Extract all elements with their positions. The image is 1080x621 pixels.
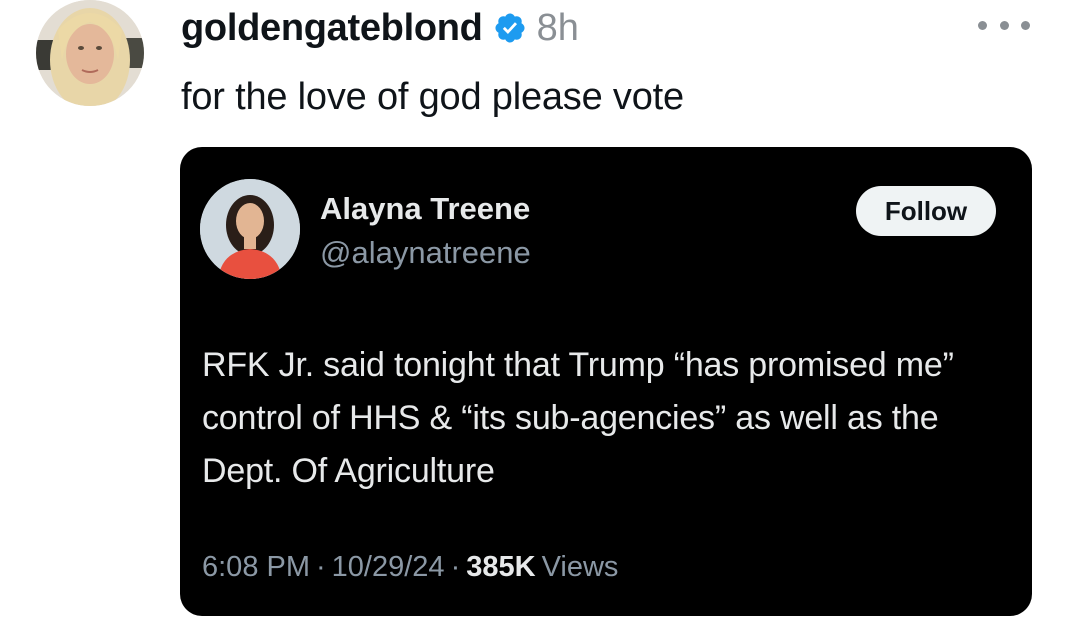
- username[interactable]: goldengateblond: [181, 7, 483, 50]
- post-time[interactable]: 8h: [537, 7, 579, 50]
- quoted-post-meta: 6:08 PM · 10/29/24 · 385K Views: [202, 551, 618, 584]
- quoted-post-time[interactable]: 6:08 PM: [202, 551, 310, 584]
- views-label: Views: [541, 551, 619, 583]
- quoted-post-date[interactable]: 10/29/24: [332, 551, 445, 584]
- follow-button[interactable]: Follow: [856, 186, 996, 236]
- quoted-author-handle[interactable]: @alaynatreene: [320, 235, 531, 271]
- avatar[interactable]: [36, 0, 144, 106]
- quoted-post-text: RFK Jr. said tonight that Trump “has pro…: [202, 346, 954, 490]
- views-count[interactable]: 385K: [466, 551, 535, 584]
- avatar-photo: [36, 0, 144, 106]
- quoted-author-name[interactable]: Alayna Treene: [320, 191, 530, 227]
- post: goldengateblond 8h for the love of god p…: [0, 0, 1080, 621]
- meta-separator: ·: [450, 551, 461, 583]
- author-row: goldengateblond 8h: [181, 2, 579, 54]
- verified-badge-icon: [493, 11, 527, 45]
- more-options-icon[interactable]: [978, 10, 1030, 40]
- meta-separator: ·: [316, 551, 326, 583]
- post-text: for the love of god please vote: [181, 76, 684, 118]
- quoted-post-card[interactable]: Alayna Treene @alaynatreene Follow RFK J…: [180, 147, 1032, 616]
- quoted-avatar[interactable]: [200, 179, 300, 279]
